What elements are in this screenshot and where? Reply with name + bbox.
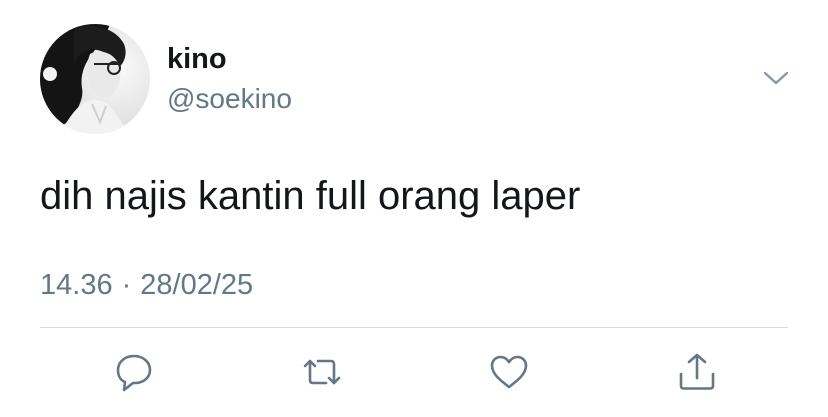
tweet-time: 14.36 (40, 269, 113, 301)
chevron-down-icon (763, 71, 789, 85)
retweet-button[interactable] (300, 350, 344, 394)
like-button[interactable] (487, 350, 531, 394)
tweet-timestamp[interactable]: 14.36 · 28/02/25 (40, 267, 253, 303)
display-name[interactable]: kino (167, 42, 227, 76)
tweet-card: kino @soekino dih najis kantin full oran… (0, 0, 828, 417)
meta-separator: · (121, 269, 132, 301)
heart-icon (490, 355, 528, 389)
share-icon (679, 353, 715, 390)
tweet-date: 28/02/25 (140, 269, 254, 301)
reply-icon (116, 354, 152, 392)
user-handle[interactable]: @soekino (167, 82, 292, 116)
retweet-icon (303, 359, 341, 385)
avatar[interactable] (40, 24, 150, 134)
share-button[interactable] (675, 350, 719, 394)
avatar-photo (40, 24, 128, 134)
tweet-text: dih najis kantin full orang laper (40, 174, 581, 218)
divider (40, 327, 788, 328)
reply-button[interactable] (112, 350, 156, 394)
more-options-button[interactable] (760, 64, 792, 92)
